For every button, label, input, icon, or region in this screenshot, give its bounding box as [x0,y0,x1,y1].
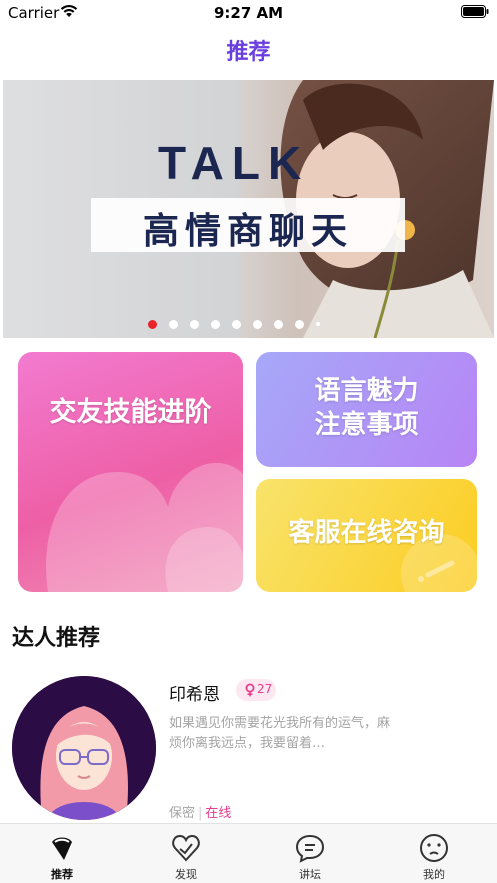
service-card[interactable]: 客服在线咨询 [256,479,477,592]
banner-caption: 高情商聊天 [142,211,353,252]
language-card-line1: 语言魅力 [314,376,419,406]
page-dot[interactable] [211,319,220,329]
tab-label: 发现 [175,868,197,881]
tab-label: 推荐 [51,868,73,881]
expert-bio: 如果遇见你需要花光我所有的运气，麻烦你离我远点，我要留着… [169,716,391,751]
page-dot[interactable] [232,319,241,329]
status-bar: Carrier 9:27 AM [0,0,497,26]
avatar-illustration [12,676,156,820]
online-status: 在线 [205,806,232,821]
profile-icon [420,834,448,862]
page-dot[interactable] [148,319,157,329]
tab-profile[interactable]: 我的 [372,824,496,883]
banner-page-indicator[interactable] [148,319,320,329]
avatar[interactable] [12,676,156,820]
banner-carousel[interactable]: TALK 高情商聊天 [3,80,494,338]
page-title: 推荐 [226,40,271,65]
page-dot[interactable] [253,319,262,329]
female-icon [245,683,255,697]
tab-recommend[interactable]: 推荐 [0,824,124,883]
privacy-label: 保密 [169,806,196,821]
skills-card-label: 交友技能进阶 [49,397,212,428]
expert-name: 印希恩 [169,685,220,705]
page-dot[interactable] [295,319,304,329]
recommend-icon [52,837,72,860]
discover-icon [172,834,200,862]
page-dot[interactable] [169,319,178,329]
service-card-label: 客服在线咨询 [288,518,445,548]
page-dot[interactable] [190,319,199,329]
age-value: 27 [257,682,273,696]
language-card-line2: 注意事项 [314,410,419,440]
heart-shape-icon [46,463,243,592]
tab-bar: 推荐 发现 讲坛 我的 [0,823,497,883]
battery-icon [461,5,489,18]
tab-discover[interactable]: 发现 [124,824,248,883]
section-title: 达人推荐 [12,626,101,651]
tab-label: 我的 [423,868,445,881]
tab-label: 讲坛 [299,868,321,881]
status-separator: | [198,806,203,821]
skills-card[interactable]: 交友技能进阶 [18,352,243,592]
tab-forum[interactable]: 讲坛 [248,824,372,883]
forum-icon [295,834,325,863]
language-card-label: 语言魅力 注意事项 [256,374,477,442]
page-dot[interactable] [274,319,283,329]
banner-headline: TALK [158,137,310,189]
status-time: 9:27 AM [213,4,284,22]
expert-status: 保密 | 在线 [169,802,231,821]
page-dot[interactable] [316,322,320,326]
language-card[interactable]: 语言魅力 注意事项 [256,352,477,467]
